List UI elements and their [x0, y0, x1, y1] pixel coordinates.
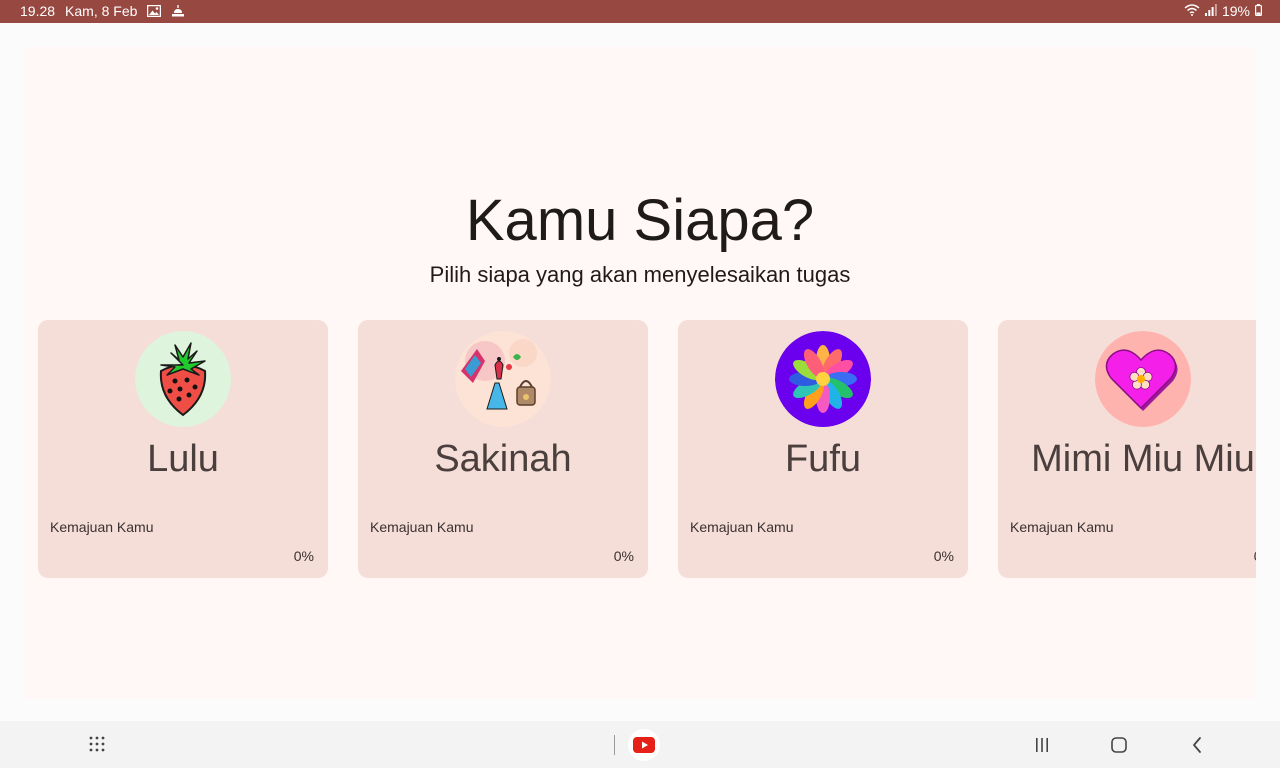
apps-grid-icon[interactable]: [86, 733, 108, 755]
progress-value: 0%: [613, 548, 634, 564]
profile-card-lulu[interactable]: Lulu Kemajuan Kamu 0%: [38, 320, 328, 578]
profile-name: Fufu: [784, 438, 862, 480]
progress-label: Kemajuan Kamu: [1010, 519, 1114, 535]
profile-card-sakinah[interactable]: Sakinah Kemajuan Kamu 0%: [358, 320, 648, 578]
fashion-avatar-icon: [455, 331, 551, 427]
image-icon: [147, 5, 162, 17]
status-date: Kam, 8 Feb: [65, 3, 138, 19]
back-icon[interactable]: [1186, 734, 1208, 756]
status-time: 19.28: [20, 3, 56, 19]
flower-avatar-icon: [775, 331, 871, 427]
home-icon[interactable]: [1108, 734, 1130, 756]
progress-label: Kemajuan Kamu: [370, 519, 474, 535]
battery-percent: 19%: [1221, 3, 1250, 19]
progress-value: 0%: [1254, 548, 1256, 564]
wifi-icon: [1184, 3, 1200, 19]
profile-name: Mimi Miu Miu: [1031, 438, 1255, 480]
profile-name: Sakinah: [434, 438, 572, 480]
app-area: Kamu Siapa? Pilih siapa yang akan menyel…: [0, 23, 1280, 721]
status-right: 19%: [1184, 3, 1263, 19]
profile-card-mimi-miu-miu[interactable]: Mimi Miu Miu Kemajuan Kamu 0%: [998, 320, 1256, 578]
progress-value: 0%: [933, 548, 954, 564]
recents-icon[interactable]: [1031, 734, 1053, 756]
battery-icon: [1255, 3, 1263, 19]
signal-icon: [1204, 3, 1217, 19]
progress-label: Kemajuan Kamu: [50, 519, 154, 535]
status-bar: 19.28 Kam, 8 Feb 19%: [0, 0, 1280, 23]
profile-card-fufu[interactable]: Fufu Kemajuan Kamu 0%: [678, 320, 968, 578]
progress-label: Kemajuan Kamu: [690, 519, 794, 535]
page-subtitle: Pilih siapa yang akan menyelesaikan tuga…: [429, 262, 851, 287]
page-title: Kamu Siapa?: [465, 188, 815, 253]
youtube-icon[interactable]: [628, 729, 660, 761]
progress-value: 0%: [293, 548, 314, 564]
profile-select-panel: Kamu Siapa? Pilih siapa yang akan menyel…: [24, 47, 1256, 699]
profile-name: Lulu: [147, 438, 219, 480]
navigation-bar: [0, 721, 1280, 768]
status-left: 19.28 Kam, 8 Feb: [20, 3, 185, 19]
heart-avatar-icon: [1095, 331, 1191, 427]
nav-divider: [614, 735, 615, 755]
notification-icon: [171, 4, 185, 18]
strawberry-avatar-icon: [135, 331, 231, 427]
